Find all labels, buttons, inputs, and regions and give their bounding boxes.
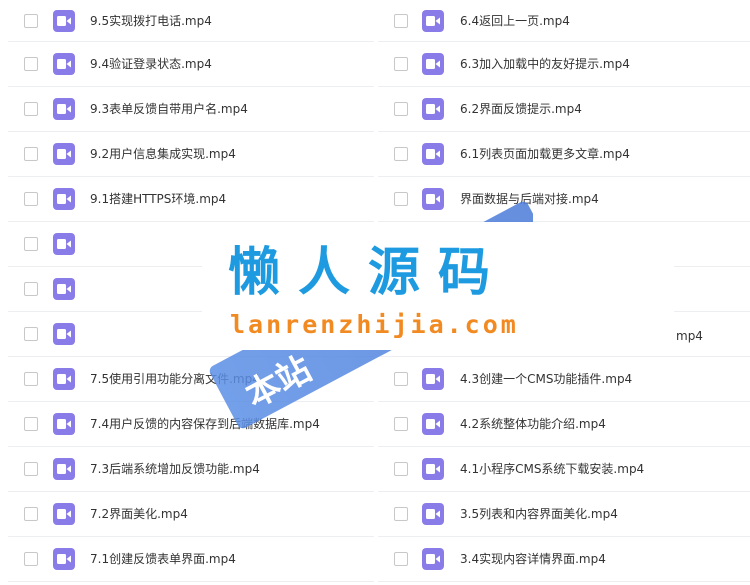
file-checkbox[interactable] bbox=[394, 462, 408, 476]
file-row[interactable]: 界面数据与后端对接.mp4 bbox=[378, 177, 750, 222]
file-checkbox[interactable] bbox=[24, 327, 38, 341]
file-row[interactable]: 4.3创建一个CMS功能插件.mp4 bbox=[378, 357, 750, 402]
video-file-icon bbox=[53, 413, 75, 435]
video-file-icon bbox=[53, 503, 75, 525]
file-name[interactable]: 3.4实现内容详情界面.mp4 bbox=[460, 550, 606, 567]
video-file-icon bbox=[422, 143, 444, 165]
video-file-icon bbox=[53, 98, 75, 120]
file-name[interactable]: 4.2系统整体功能介绍.mp4 bbox=[460, 415, 606, 432]
file-row[interactable]: 6.1列表页面加载更多文章.mp4 bbox=[378, 132, 750, 177]
file-checkbox[interactable] bbox=[24, 282, 38, 296]
file-name[interactable]: 7.5使用引用功能分离文件.mp4 bbox=[90, 370, 260, 387]
file-row[interactable]: 7.1创建反馈表单界面.mp4 bbox=[8, 537, 374, 582]
file-name[interactable]: 9.3表单反馈自带用户名.mp4 bbox=[90, 100, 248, 117]
file-row[interactable]: 9.1搭建HTTPS环境.mp4 bbox=[8, 177, 374, 222]
file-row[interactable]: 3.4实现内容详情界面.mp4 bbox=[378, 537, 750, 582]
video-file-icon bbox=[53, 9, 75, 32]
file-name[interactable]: 3.5列表和内容界面美化.mp4 bbox=[460, 505, 618, 522]
watermark-title: 懒人源码 bbox=[228, 243, 509, 303]
file-checkbox[interactable] bbox=[24, 102, 38, 116]
file-checkbox[interactable] bbox=[394, 507, 408, 521]
file-checkbox[interactable] bbox=[394, 57, 408, 71]
file-checkbox[interactable] bbox=[24, 417, 38, 431]
video-file-icon bbox=[53, 188, 75, 210]
file-row[interactable]: 4.1小程序CMS系统下载安装.mp4 bbox=[378, 447, 750, 492]
file-name[interactable]: 6.4返回上一页.mp4 bbox=[460, 12, 570, 29]
file-row[interactable]: 6.4返回上一页.mp4 bbox=[378, 0, 750, 42]
file-name[interactable]: 7.4用户反馈的内容保存到后端数据库.mp4 bbox=[90, 415, 320, 432]
video-file-icon bbox=[422, 548, 444, 570]
file-checkbox[interactable] bbox=[24, 13, 38, 28]
file-checkbox[interactable] bbox=[24, 147, 38, 161]
video-file-icon bbox=[422, 9, 444, 32]
file-checkbox[interactable] bbox=[394, 417, 408, 431]
video-file-icon bbox=[53, 323, 75, 345]
file-checkbox[interactable] bbox=[24, 192, 38, 206]
file-name[interactable]: 6.3加入加载中的友好提示.mp4 bbox=[460, 55, 630, 72]
file-row[interactable]: 7.4用户反馈的内容保存到后端数据库.mp4 bbox=[8, 402, 374, 447]
file-checkbox[interactable] bbox=[394, 552, 408, 566]
file-checkbox[interactable] bbox=[24, 507, 38, 521]
video-file-icon bbox=[53, 53, 75, 75]
video-file-icon bbox=[422, 368, 444, 390]
file-row[interactable]: 6.2界面反馈提示.mp4 bbox=[378, 87, 750, 132]
video-file-icon bbox=[422, 503, 444, 525]
file-name[interactable]: 9.5实现拨打电话.mp4 bbox=[90, 12, 212, 29]
file-name[interactable]: 9.2用户信息集成实现.mp4 bbox=[90, 145, 236, 162]
video-file-icon bbox=[53, 368, 75, 390]
file-name[interactable]: 6.2界面反馈提示.mp4 bbox=[460, 100, 582, 117]
file-row[interactable]: 9.5实现拨打电话.mp4 bbox=[8, 0, 374, 42]
file-name[interactable]: 4.1小程序CMS系统下载安装.mp4 bbox=[460, 460, 644, 477]
watermark-partial-filename: mp4 bbox=[676, 329, 703, 343]
file-checkbox[interactable] bbox=[24, 552, 38, 566]
file-row[interactable]: 7.3后端系统增加反馈功能.mp4 bbox=[8, 447, 374, 492]
file-checkbox[interactable] bbox=[24, 57, 38, 71]
file-checkbox[interactable] bbox=[394, 192, 408, 206]
video-file-icon bbox=[422, 98, 444, 120]
video-file-icon bbox=[422, 413, 444, 435]
video-file-icon bbox=[422, 53, 444, 75]
file-row[interactable]: 7.2界面美化.mp4 bbox=[8, 492, 374, 537]
video-file-icon bbox=[53, 278, 75, 300]
video-file-icon bbox=[422, 188, 444, 210]
file-checkbox[interactable] bbox=[24, 372, 38, 386]
file-name[interactable]: 9.1搭建HTTPS环境.mp4 bbox=[90, 190, 226, 207]
file-checkbox[interactable] bbox=[394, 102, 408, 116]
video-file-icon bbox=[53, 233, 75, 255]
file-checkbox[interactable] bbox=[394, 147, 408, 161]
file-name[interactable]: 9.4验证登录状态.mp4 bbox=[90, 55, 212, 72]
file-checkbox[interactable] bbox=[24, 237, 38, 251]
file-checkbox[interactable] bbox=[24, 462, 38, 476]
file-row[interactable]: 7.5使用引用功能分离文件.mp4 bbox=[8, 357, 374, 402]
video-file-icon bbox=[53, 458, 75, 480]
watermark-url: lanrenzhijia.com bbox=[230, 310, 519, 339]
file-checkbox[interactable] bbox=[394, 13, 408, 28]
video-file-icon bbox=[53, 143, 75, 165]
file-name[interactable]: 界面数据与后端对接.mp4 bbox=[460, 190, 599, 207]
file-row[interactable]: 3.5列表和内容界面美化.mp4 bbox=[378, 492, 750, 537]
file-name[interactable]: 4.3创建一个CMS功能插件.mp4 bbox=[460, 370, 632, 387]
file-row[interactable]: 9.3表单反馈自带用户名.mp4 bbox=[8, 87, 374, 132]
file-row[interactable]: 9.4验证登录状态.mp4 bbox=[8, 42, 374, 87]
file-row[interactable]: 6.3加入加载中的友好提示.mp4 bbox=[378, 42, 750, 87]
file-name[interactable]: 6.1列表页面加载更多文章.mp4 bbox=[460, 145, 630, 162]
file-checkbox[interactable] bbox=[394, 372, 408, 386]
video-file-icon bbox=[422, 458, 444, 480]
file-name[interactable]: 7.1创建反馈表单界面.mp4 bbox=[90, 550, 236, 567]
file-name[interactable]: 7.3后端系统增加反馈功能.mp4 bbox=[90, 460, 260, 477]
file-row[interactable]: 4.2系统整体功能介绍.mp4 bbox=[378, 402, 750, 447]
video-file-icon bbox=[53, 548, 75, 570]
file-name[interactable]: 7.2界面美化.mp4 bbox=[90, 505, 188, 522]
file-row[interactable]: 9.2用户信息集成实现.mp4 bbox=[8, 132, 374, 177]
